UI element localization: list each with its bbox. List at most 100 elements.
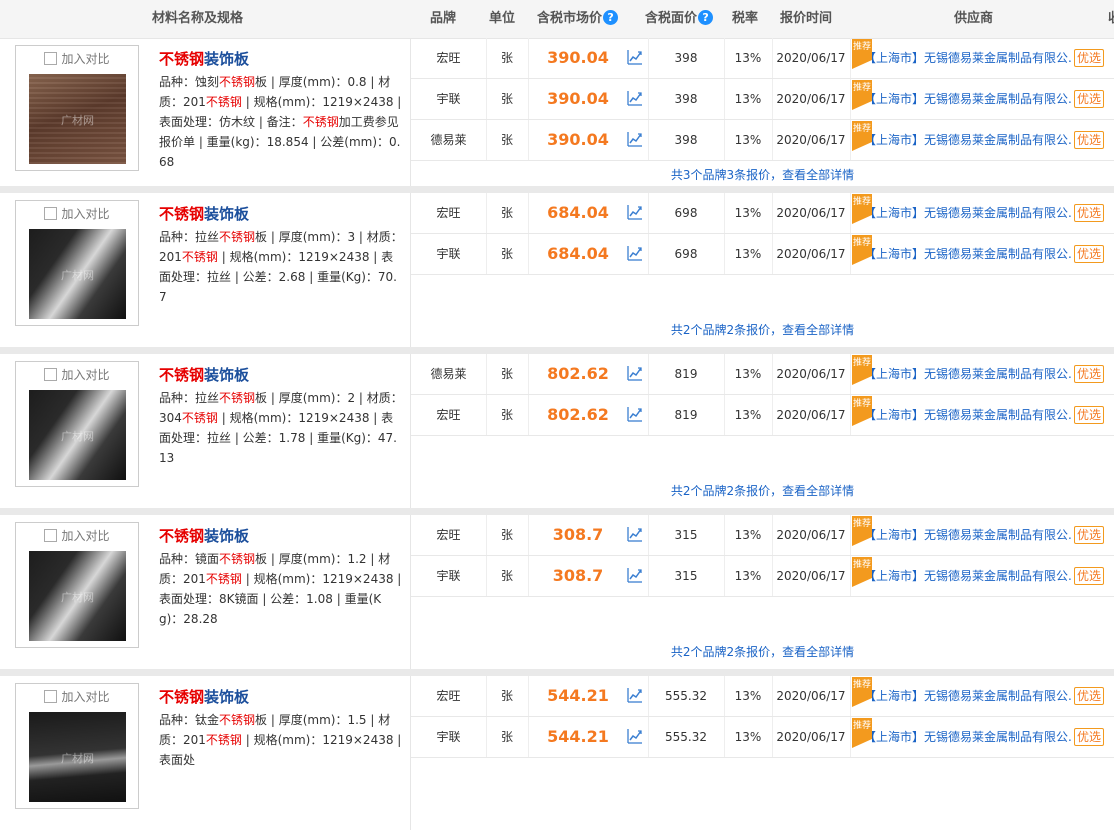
checkbox-icon[interactable]: [44, 690, 58, 703]
header-quote-time: 报价时间: [780, 11, 833, 26]
product-photo[interactable]: 广材网: [29, 551, 126, 641]
preferred-badge[interactable]: 优选: [1074, 49, 1105, 67]
quote-date: 2020/06/17: [776, 528, 846, 542]
header-market-price-label: 含税市场价: [537, 11, 603, 26]
title-rest: 装饰板: [204, 527, 250, 545]
view-all-quotes-link[interactable]: 共2个品牌2条报价，查看全部详情: [411, 635, 1114, 669]
quote-row: 宏旺 张 684.04 698 13% 2020/06/17 推荐 【上海市】无锡德易莱金属制…: [411, 193, 1114, 234]
checkbox-icon[interactable]: [44, 52, 58, 65]
add-compare-checkbox[interactable]: 加入对比: [16, 50, 138, 67]
product-title[interactable]: 不锈钢装饰板: [159, 686, 249, 707]
quote-brand: 宇联: [436, 247, 461, 261]
trend-chart-icon[interactable]: [627, 365, 643, 381]
product-title[interactable]: 不锈钢装饰板: [159, 525, 249, 546]
supplier-link[interactable]: 【上海市】无锡德易莱金属制品有限公...: [864, 234, 1072, 274]
description-segment: 不锈钢: [219, 552, 256, 566]
product-thumbnail[interactable]: 加入对比广材网: [15, 361, 139, 487]
checkbox-icon[interactable]: [44, 207, 58, 220]
trend-chart-icon[interactable]: [627, 131, 643, 147]
header-tax-rate: 税率: [732, 11, 759, 26]
checkbox-icon[interactable]: [44, 529, 58, 542]
view-all-quotes-link[interactable]: 共2个品牌2条报价，查看全部详情: [411, 313, 1114, 347]
preferred-badge[interactable]: 优选: [1074, 90, 1105, 108]
add-compare-checkbox[interactable]: 加入对比: [16, 205, 138, 222]
trend-chart-icon[interactable]: [627, 728, 643, 744]
product-thumbnail[interactable]: 加入对比 广材网: [15, 683, 139, 809]
quote-face-price: 315: [674, 569, 698, 583]
product-title[interactable]: 不锈钢装饰板: [159, 364, 249, 385]
add-compare-checkbox[interactable]: 加入对比: [16, 688, 138, 705]
product-info: 加入对比 广材网 不锈钢装饰板 品种：钛金不锈钢板 | 厚度(mm)：1.5 | 材质…: [0, 676, 411, 830]
description-segment: 品种：蚀刻: [159, 75, 220, 89]
product-photo[interactable]: 广材网: [29, 712, 126, 802]
header-supplier: 供应商: [954, 11, 994, 26]
product-title[interactable]: 不锈钢装饰板: [159, 48, 249, 69]
supplier-link[interactable]: 【上海市】无锡德易莱金属制品有限公...: [864, 38, 1072, 78]
title-rest: 装饰板: [204, 50, 250, 68]
product-title[interactable]: 不锈钢装饰板: [159, 203, 249, 224]
product-thumbnail[interactable]: 加入对比广材网: [15, 522, 139, 648]
quote-market-price: 308.7: [552, 566, 604, 585]
product-thumbnail[interactable]: 加入对比 广材网: [15, 45, 139, 171]
product-description: 品种：蚀刻不锈钢板 | 厚度(mm)：0.8 | 材质：201不锈钢 | 规格(…: [159, 72, 404, 172]
quote-brand: 宏旺: [436, 206, 461, 220]
product-photo[interactable]: 广材网: [29, 390, 126, 480]
supplier-link[interactable]: 【上海市】无锡德易莱金属制品有限公...: [864, 556, 1072, 596]
add-compare-label: 加入对比: [61, 529, 110, 543]
quote-unit: 张: [500, 51, 513, 65]
trend-chart-icon[interactable]: [627, 567, 643, 583]
preferred-badge[interactable]: 优选: [1074, 365, 1105, 383]
quote-tax-rate: 13%: [734, 206, 762, 220]
product-photo[interactable]: 广材网: [29, 229, 126, 319]
supplier-link[interactable]: 【上海市】无锡德易莱金属制品有限公...: [864, 676, 1072, 716]
trend-chart-icon[interactable]: [627, 204, 643, 220]
quote-market-price: 544.21: [547, 727, 609, 746]
product-photo[interactable]: 广材网: [29, 74, 126, 164]
description-segment: 不锈钢: [205, 572, 242, 586]
product-block: 加入对比 广材网 不锈钢装饰板 品种：钛金不锈钢板 | 厚度(mm)：1.5 | 材质…: [0, 676, 1114, 830]
add-compare-checkbox[interactable]: 加入对比: [16, 527, 138, 544]
trend-chart-icon[interactable]: [627, 245, 643, 261]
help-icon[interactable]: ?: [603, 10, 619, 25]
quote-market-price: 802.62: [547, 364, 609, 383]
quote-face-price: 819: [674, 367, 698, 381]
trend-chart-icon[interactable]: [627, 49, 643, 65]
preferred-badge[interactable]: 优选: [1074, 131, 1105, 149]
trend-chart-icon[interactable]: [627, 687, 643, 703]
supplier-link[interactable]: 【上海市】无锡德易莱金属制品有限公...: [864, 717, 1072, 757]
description-segment: 不锈钢: [302, 115, 339, 129]
help-icon[interactable]: ?: [698, 10, 714, 25]
quote-face-price: 555.32: [665, 689, 707, 703]
title-keyword: 不锈钢: [159, 688, 205, 706]
supplier-link[interactable]: 【上海市】无锡德易莱金属制品有限公...: [864, 193, 1072, 233]
row-separator: [0, 347, 1114, 354]
view-all-quotes-link[interactable]: 共2个品牌2条报价，查看全部详情: [411, 474, 1114, 508]
product-description: 品种：拉丝不锈钢板 | 厚度(mm)：3 | 材质：201不锈钢 | 规格(mm…: [159, 227, 404, 307]
supplier-link[interactable]: 【上海市】无锡德易莱金属制品有限公...: [864, 515, 1072, 555]
supplier-link[interactable]: 【上海市】无锡德易莱金属制品有限公...: [864, 354, 1072, 394]
add-compare-checkbox[interactable]: 加入对比: [16, 366, 138, 383]
add-compare-label: 加入对比: [61, 368, 110, 382]
quote-market-price: 390.04: [547, 130, 609, 149]
quote-face-price: 398: [674, 92, 698, 106]
trend-chart-icon[interactable]: [627, 526, 643, 542]
preferred-badge[interactable]: 优选: [1074, 567, 1105, 585]
preferred-badge[interactable]: 优选: [1074, 245, 1105, 263]
preferred-badge[interactable]: 优选: [1074, 687, 1105, 705]
preferred-badge[interactable]: 优选: [1074, 728, 1105, 746]
quote-face-price: 398: [674, 51, 698, 65]
preferred-badge[interactable]: 优选: [1074, 204, 1105, 222]
trend-chart-icon[interactable]: [627, 90, 643, 106]
quote-market-price: 308.7: [552, 525, 604, 544]
checkbox-icon[interactable]: [44, 368, 58, 381]
preferred-badge[interactable]: 优选: [1074, 526, 1105, 544]
product-thumbnail[interactable]: 加入对比 广材网: [15, 200, 139, 326]
quote-face-price: 698: [674, 206, 698, 220]
quote-tax-rate: 13%: [734, 133, 762, 147]
preferred-badge[interactable]: 优选: [1074, 406, 1105, 424]
quote-date: 2020/06/17: [776, 133, 846, 147]
supplier-link[interactable]: 【上海市】无锡德易莱金属制品有限公...: [864, 79, 1072, 119]
supplier-link[interactable]: 【上海市】无锡德易莱金属制品有限公...: [864, 395, 1072, 435]
supplier-link[interactable]: 【上海市】无锡德易莱金属制品有限公...: [864, 120, 1072, 160]
trend-chart-icon[interactable]: [627, 406, 643, 422]
